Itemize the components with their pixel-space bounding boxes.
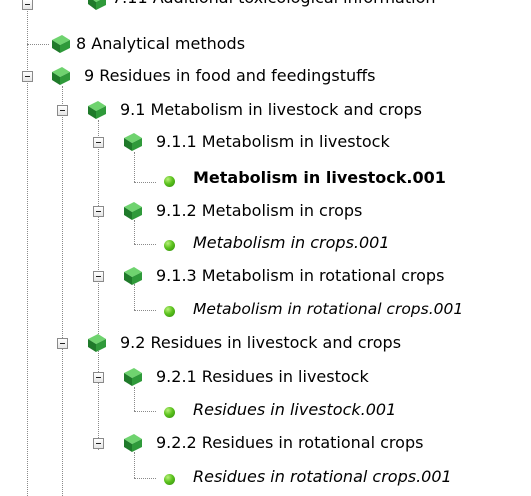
book-icon <box>52 67 70 85</box>
collapse-minus-icon[interactable] <box>93 271 104 282</box>
collapse-minus-icon[interactable] <box>93 206 104 217</box>
section-tree: 7.11 Additional toxicological informatio… <box>0 0 531 496</box>
record-residues-livestock-001[interactable]: Residues in livestock.001 <box>0 399 531 421</box>
collapse-minus-icon[interactable] <box>93 372 104 383</box>
tree-item-label: 9.2.1 Residues in livestock <box>156 367 369 386</box>
collapse-minus-icon[interactable] <box>57 105 68 116</box>
collapse-minus-icon[interactable] <box>22 71 33 82</box>
collapse-minus-icon[interactable] <box>93 438 104 449</box>
record-label: Residues in rotational crops.001 <box>193 467 452 486</box>
book-icon <box>124 267 142 285</box>
green-dot-icon <box>164 176 175 187</box>
tree-item-metabolism-livestock-crops[interactable]: 9.1 Metabolism in livestock and crops <box>0 99 531 121</box>
book-icon <box>88 101 106 119</box>
book-icon <box>88 0 106 10</box>
tree-item-residues-food[interactable]: 9 Residues in food and feedingstuffs <box>0 65 531 87</box>
book-icon <box>124 434 142 452</box>
book-icon <box>124 202 142 220</box>
book-icon <box>124 133 142 151</box>
tree-item-label: 9.2.2 Residues in rotational crops <box>156 433 424 452</box>
tree-item-label: 9 Residues in food and feedingstuffs <box>84 66 376 85</box>
tree-item-metabolism-livestock[interactable]: 9.1.1 Metabolism in livestock <box>0 131 531 153</box>
record-label: Metabolism in livestock.001 <box>193 168 446 187</box>
tree-item-label: 9.2 Residues in livestock and crops <box>120 333 402 352</box>
book-icon <box>52 35 70 53</box>
tree-item-metabolism-crops[interactable]: 9.1.2 Metabolism in crops <box>0 200 531 222</box>
tree-item-label: 9.1.1 Metabolism in livestock <box>156 132 390 151</box>
tree-item-partial[interactable]: 7.11 Additional toxicological informatio… <box>0 0 531 22</box>
collapse-minus-icon[interactable] <box>93 137 104 148</box>
tree-item-residues-rotational-crops[interactable]: 9.2.2 Residues in rotational crops <box>0 432 531 454</box>
collapse-minus-icon[interactable] <box>57 338 68 349</box>
tree-item-metabolism-rotational-crops[interactable]: 9.1.3 Metabolism in rotational crops <box>0 265 531 287</box>
record-metabolism-livestock-001[interactable]: Metabolism in livestock.001 <box>0 167 531 189</box>
record-residues-rotational-crops-001[interactable]: Residues in rotational crops.001 <box>0 466 531 488</box>
tree-item-label: 7.11 Additional toxicological informatio… <box>112 0 436 9</box>
record-metabolism-crops-001[interactable]: Metabolism in crops.001 <box>0 232 531 254</box>
green-dot-icon <box>164 306 175 317</box>
tree-item-residues-livestock[interactable]: 9.2.1 Residues in livestock <box>0 366 531 388</box>
record-metabolism-rotational-crops-001[interactable]: Metabolism in rotational crops.001 <box>0 298 531 320</box>
collapse-minus-icon[interactable] <box>22 0 33 10</box>
record-label: Metabolism in crops.001 <box>193 233 390 252</box>
green-dot-icon <box>164 240 175 251</box>
tree-item-residues-livestock-crops[interactable]: 9.2 Residues in livestock and crops <box>0 332 531 354</box>
green-dot-icon <box>164 474 175 485</box>
tree-item-label: 9.1.3 Metabolism in rotational crops <box>156 266 445 285</box>
tree-item-analytical-methods[interactable]: 8 Analytical methods <box>0 33 531 55</box>
tree-item-label: 8 Analytical methods <box>76 34 246 53</box>
record-label: Residues in livestock.001 <box>193 400 397 419</box>
tree-item-label: 9.1.2 Metabolism in crops <box>156 201 363 220</box>
book-icon <box>88 334 106 352</box>
green-dot-icon <box>164 407 175 418</box>
book-icon <box>124 368 142 386</box>
tree-item-label: 9.1 Metabolism in livestock and crops <box>120 100 423 119</box>
record-label: Metabolism in rotational crops.001 <box>193 300 464 318</box>
